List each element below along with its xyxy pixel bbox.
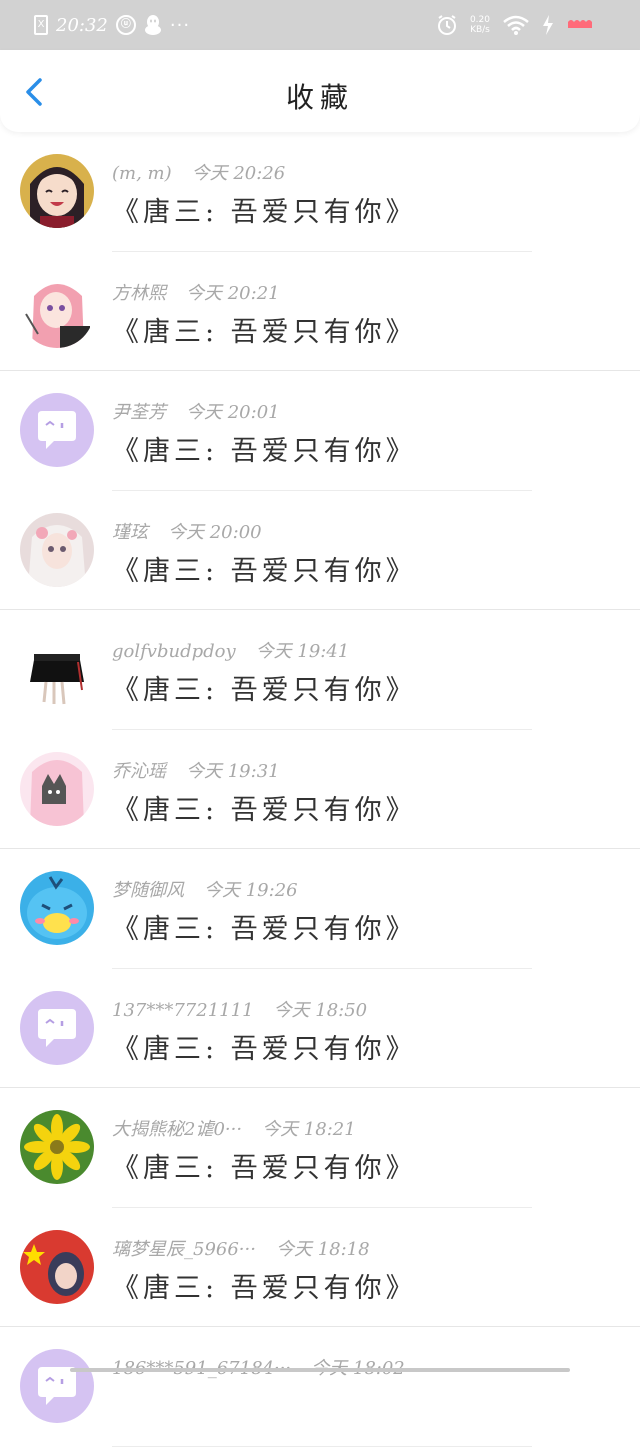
timestamp: 今天 19:26 — [204, 880, 298, 901]
timestamp: 今天 20:01 — [186, 402, 280, 423]
story-title[interactable]: 《唐三: 吾爱只有你》 — [112, 788, 417, 827]
avatar[interactable] — [20, 273, 94, 348]
story-title[interactable]: 《唐三: 吾爱只有你》 — [112, 429, 417, 468]
item-meta: 大揭熊秘2谑0··· 今天 18:21 — [112, 1115, 356, 1141]
list-item[interactable]: 瑾玹 今天 20:00 《唐三: 吾爱只有你》 — [0, 490, 640, 610]
story-title[interactable]: 《唐三: 吾爱只有你》 — [112, 1027, 417, 1066]
list-item[interactable]: 186***591_67184···今天 18:02 — [0, 1327, 640, 1447]
timestamp: 今天 19:31 — [186, 760, 280, 782]
story-title[interactable]: 《唐三: 吾爱只有你》 — [112, 907, 417, 946]
user-name[interactable]: 大揭熊秘2谑0··· — [112, 1119, 242, 1140]
avatar[interactable] — [20, 1349, 94, 1423]
avatar[interactable] — [20, 751, 94, 826]
avatar[interactable] — [20, 1229, 94, 1304]
item-meta: 方林熙 今天 20:21 — [112, 279, 280, 305]
item-meta: 璃梦星辰_5966··· 今天 18:18 — [112, 1235, 370, 1261]
app-notification-icon: ⓤ — [115, 15, 136, 35]
nav-bar: 收藏 — [0, 50, 640, 132]
home-indicator[interactable] — [70, 1368, 570, 1372]
item-meta: (m, m) 今天 20:26 — [112, 159, 285, 185]
story-title[interactable]: 《唐三: 吾爱只有你》 — [112, 549, 417, 588]
avatar[interactable] — [20, 990, 94, 1065]
story-title[interactable]: 《唐三: 吾爱只有你》 — [112, 668, 417, 707]
cat-girl-avatar-icon — [20, 751, 94, 826]
yellow-flower-avatar-icon — [20, 1110, 94, 1184]
page-title: 收藏 — [285, 81, 354, 114]
list-item[interactable]: 璃梦星辰_5966··· 今天 18:18 《唐三: 吾爱只有你》 — [0, 1207, 640, 1327]
item-meta: 乔沁瑶 今天 19:31 — [112, 757, 280, 783]
user-name[interactable]: 梦随御风 — [112, 880, 184, 901]
timestamp: 今天 20:26 — [191, 163, 286, 184]
timestamp: 今天 18:50 — [273, 999, 368, 1021]
user-name[interactable]: 瑾玹 — [112, 522, 148, 543]
status-bar-right: 0.20 KB/s — [436, 12, 596, 38]
user-name[interactable]: 乔沁瑶 — [112, 761, 166, 782]
list-item[interactable]: golfvbudpdoy 今天 19:41 《唐三: 吾爱只有你》 — [0, 610, 640, 730]
item-meta: 尹荃芳 今天 20:01 — [112, 398, 280, 424]
battery-icon — [568, 20, 592, 28]
list-item[interactable]: (m, m) 今天 20:26 《唐三: 吾爱只有你》 — [0, 132, 640, 252]
status-bar: X 20:32 ⓤ ··· 0.20 KB/s — [0, 0, 640, 50]
network-speed-value: 0.20 — [469, 15, 490, 25]
avatar[interactable] — [20, 871, 94, 945]
qq-icon — [144, 15, 161, 35]
user-name[interactable]: 璃梦星辰_5966··· — [112, 1239, 256, 1260]
list-item[interactable]: 137***7721111 今天 18:50 《唐三: 吾爱只有你》 — [0, 968, 640, 1088]
user-name[interactable]: (m, m) — [112, 163, 172, 184]
avatar[interactable] — [20, 154, 94, 228]
network-speed: 0.20 KB/s — [470, 15, 490, 35]
user-name[interactable]: 尹荃芳 — [112, 402, 166, 423]
avatar[interactable] — [20, 512, 94, 587]
favorites-list: (m, m) 今天 20:26 《唐三: 吾爱只有你》 方林熙 今天 20:21 《唐三:… — [0, 132, 640, 1447]
item-meta: golfvbudpdoy 今天 19:41 — [112, 637, 349, 663]
timestamp: 今天 19:41 — [255, 641, 350, 662]
status-time: 20:32 — [56, 14, 108, 36]
list-item[interactable]: 方林熙 今天 20:21 《唐三: 吾爱只有你》 — [0, 251, 640, 371]
blue-duck-avatar-icon — [20, 871, 94, 945]
story-title[interactable]: 《唐三: 吾爱只有你》 — [112, 190, 417, 229]
pink-hair-girl-avatar-icon — [20, 273, 94, 348]
flag-girl-avatar-icon — [20, 1229, 94, 1304]
user-name[interactable]: golfvbudpdoy — [112, 641, 236, 662]
user-name[interactable]: 137***7721111 — [112, 1000, 254, 1021]
avatar[interactable] — [20, 1110, 94, 1184]
list-item[interactable]: 梦随御风 今天 19:26 《唐三: 吾爱只有你》 — [0, 849, 640, 969]
item-meta: 137***7721111 今天 18:50 — [112, 996, 367, 1022]
list-item[interactable]: 尹荃芳 今天 20:01 《唐三: 吾爱只有你》 — [0, 371, 640, 491]
timestamp: 今天 20:21 — [186, 282, 280, 304]
item-meta: 梦随御风 今天 19:26 — [112, 876, 298, 902]
divider — [112, 1445, 532, 1447]
story-title[interactable]: 《唐三: 吾爱只有你》 — [112, 1146, 417, 1185]
default-avatar-chat-icon — [20, 1349, 94, 1423]
charging-icon — [543, 15, 553, 35]
avatar[interactable] — [20, 632, 94, 706]
story-title[interactable]: 《唐三: 吾爱只有你》 — [112, 1266, 417, 1305]
story-title[interactable]: 《唐三: 吾爱只有你》 — [112, 310, 417, 349]
item-meta: 186***591_67184···今天 18:02 — [112, 1354, 405, 1380]
status-bar-left: X 20:32 ⓤ ··· — [34, 12, 190, 38]
black-skirt-avatar-icon — [20, 632, 94, 706]
default-avatar-chat-icon — [20, 393, 94, 467]
timestamp: 今天 18:18 — [275, 1238, 370, 1260]
anime-girl-avatar-icon — [20, 154, 94, 228]
sim-card-icon: X — [34, 15, 48, 35]
list-item[interactable]: 大揭熊秘2谑0··· 今天 18:21 《唐三: 吾爱只有你》 — [0, 1088, 640, 1208]
wifi-icon — [503, 15, 529, 35]
network-speed-unit: KB/s — [470, 25, 490, 35]
timestamp: 今天 18:21 — [262, 1119, 356, 1140]
user-name[interactable]: 方林熙 — [112, 283, 166, 304]
avatar[interactable] — [20, 393, 94, 467]
more-notifications-icon: ··· — [169, 14, 191, 36]
alarm-icon — [437, 15, 456, 35]
doll-girl-avatar-icon — [20, 512, 94, 587]
timestamp: 今天 20:00 — [168, 521, 262, 543]
list-item[interactable]: 乔沁瑶 今天 19:31 《唐三: 吾爱只有你》 — [0, 729, 640, 849]
default-avatar-chat-icon — [20, 990, 94, 1065]
item-meta: 瑾玹 今天 20:00 — [112, 518, 262, 544]
